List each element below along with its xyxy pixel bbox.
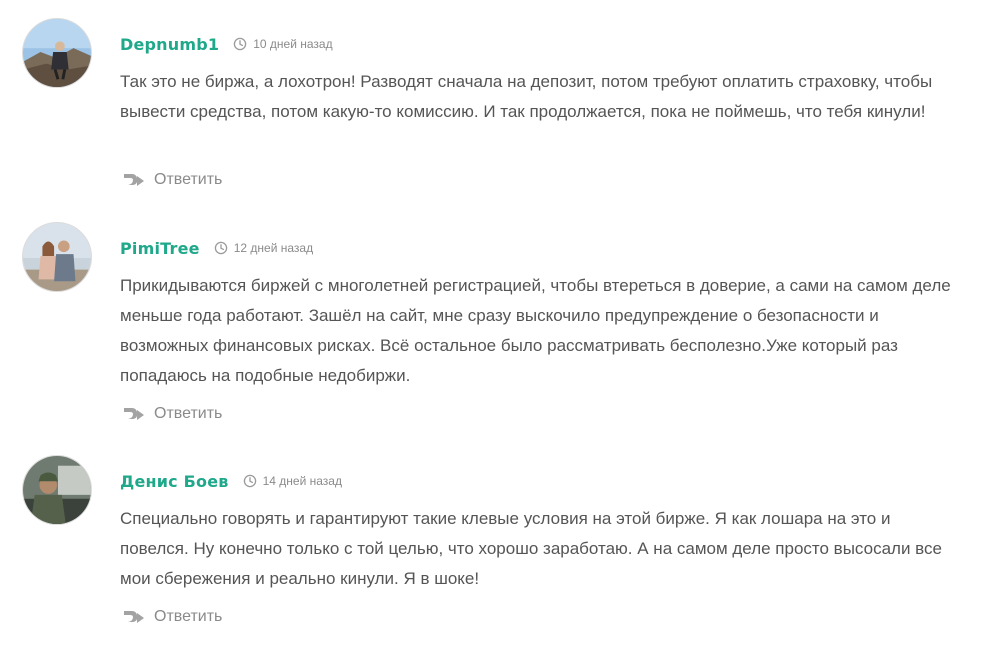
clock-icon xyxy=(214,241,228,255)
comment-meta: PimiTree 12 дней назад xyxy=(120,237,313,259)
comment-author[interactable]: PimiTree xyxy=(120,239,200,258)
comment-author[interactable]: Денис Боев xyxy=(120,472,229,491)
reply-arrow-icon xyxy=(122,608,146,626)
reply-label: Ответить xyxy=(154,171,223,188)
reply-button[interactable]: Ответить xyxy=(122,405,222,423)
avatar-image xyxy=(23,223,91,291)
comment-list: Depnumb1 10 дней назад Так это не биржа,… xyxy=(0,0,995,651)
reply-label: Ответить xyxy=(154,405,223,422)
reply-arrow-icon xyxy=(122,171,146,189)
comment-author[interactable]: Depnumb1 xyxy=(120,35,219,54)
avatar[interactable] xyxy=(22,455,92,525)
comment-text: Прикидываются биржей с многолетней регис… xyxy=(120,276,951,385)
avatar[interactable] xyxy=(22,18,92,88)
clock-icon xyxy=(233,37,247,51)
comment-time: 14 дней назад xyxy=(262,474,342,488)
reply-label: Ответить xyxy=(154,608,223,625)
avatar-image xyxy=(23,456,91,524)
comment-meta: Depnumb1 10 дней назад xyxy=(120,33,333,55)
reply-button[interactable]: Ответить xyxy=(122,608,222,626)
comment-time: 12 дней назад xyxy=(233,241,314,255)
comment-meta: Денис Боев 14 дней назад xyxy=(120,470,342,492)
avatar[interactable] xyxy=(22,222,92,292)
comment-time: 10 дней назад xyxy=(253,37,333,51)
reply-arrow-icon xyxy=(122,405,146,423)
reply-button[interactable]: Ответить xyxy=(122,171,222,189)
comment-text: Так это не биржа, а лохотрон! Разводят с… xyxy=(120,72,933,121)
avatar-image xyxy=(23,19,91,87)
comment-text: Специально говорять и гарантируют такие … xyxy=(120,509,942,588)
clock-icon xyxy=(243,474,257,488)
